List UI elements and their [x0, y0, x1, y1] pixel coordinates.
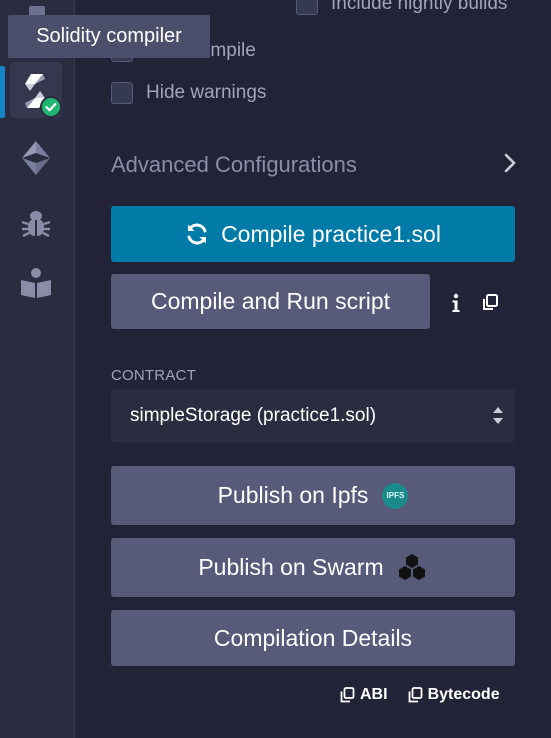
compile-button[interactable]: Compile practice1.sol: [111, 206, 515, 262]
nightly-builds-row[interactable]: Include nightly builds: [296, 0, 507, 15]
copy-abi-icon: [340, 687, 355, 703]
advanced-configurations-toggle[interactable]: Advanced Configurations: [111, 147, 517, 183]
copy-links: ABI Bytecode: [340, 686, 500, 704]
contract-label: CONTRACT: [111, 367, 196, 384]
copy-bytecode-label: Bytecode: [427, 686, 500, 703]
compile-run-script-label: Compile and Run script: [150, 288, 391, 314]
info-icon[interactable]: [450, 293, 462, 318]
publish-swarm-label: Publish on Swarm: [198, 554, 384, 580]
advanced-configurations-label: Advanced Configurations: [111, 152, 357, 177]
compiler-panel: Include nightly builds Auto compile Hide…: [0, 0, 551, 738]
hide-warnings-checkbox[interactable]: [111, 82, 133, 104]
ipfs-logo-icon: IPFS: [382, 482, 409, 509]
refresh-icon: [185, 222, 209, 246]
hide-warnings-row[interactable]: Hide warnings: [111, 82, 266, 104]
compilation-details-label: Compilation Details: [213, 624, 413, 651]
copy-bytecode-link[interactable]: Bytecode: [408, 686, 500, 704]
compile-success-icon: [40, 96, 62, 118]
icon-rail: [0, 0, 75, 738]
compile-run-script-button[interactable]: Compile and Run script: [111, 274, 430, 329]
contract-select[interactable]: simpleStorage (practice1.sol): [111, 389, 515, 442]
swarm-logo-icon: [396, 552, 428, 584]
compile-button-label: Compile practice1.sol: [221, 220, 441, 247]
chevron-right-icon: [503, 153, 517, 178]
ipfs-logo-text: IPFS: [386, 491, 405, 500]
deploy-run-icon[interactable]: [20, 141, 52, 175]
nightly-builds-label: Include nightly builds: [331, 0, 508, 14]
compilation-details-button[interactable]: Compilation Details: [111, 610, 515, 666]
debugger-bug-icon[interactable]: [22, 208, 50, 238]
hide-warnings-label: Hide warnings: [146, 82, 267, 103]
sort-arrows-icon: [492, 404, 504, 434]
rail-active-marker: [0, 66, 5, 118]
copy-abi-label: ABI: [360, 686, 388, 703]
copy-icon[interactable]: [482, 294, 499, 316]
publish-ipfs-button[interactable]: Publish on Ipfs IPFS: [111, 466, 515, 525]
nightly-builds-checkbox[interactable]: [296, 0, 318, 15]
contract-select-value: simpleStorage (practice1.sol): [130, 404, 377, 426]
publish-swarm-button[interactable]: Publish on Swarm: [111, 538, 515, 597]
copy-abi-link[interactable]: ABI: [340, 686, 388, 704]
publish-ipfs-label: Publish on Ipfs: [217, 482, 369, 508]
copy-bytecode-icon: [408, 687, 422, 703]
tooltip: Solidity compiler: [8, 15, 210, 58]
learn-book-icon[interactable]: [20, 268, 52, 298]
